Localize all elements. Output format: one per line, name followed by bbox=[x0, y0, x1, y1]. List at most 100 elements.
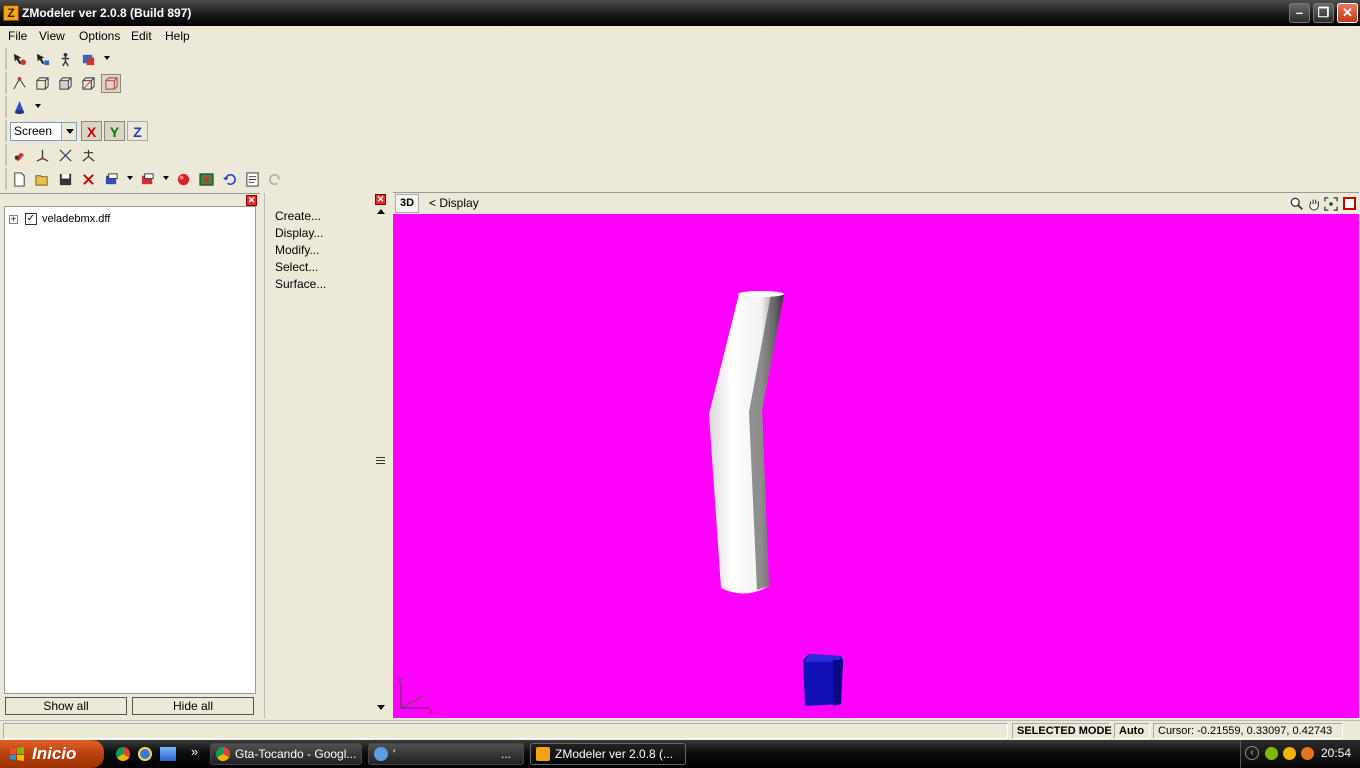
chrome-quicklaunch-icon[interactable] bbox=[116, 747, 130, 761]
save-file-button[interactable] bbox=[55, 170, 75, 189]
show-all-button[interactable]: Show all bbox=[5, 697, 127, 715]
open-file-button[interactable] bbox=[32, 170, 52, 189]
tree-item-label[interactable]: veladebmx.dff bbox=[42, 213, 110, 225]
minimize-button[interactable]: – bbox=[1289, 3, 1310, 23]
scroll-down-icon[interactable] bbox=[377, 705, 385, 710]
coordinate-system-value: Screen bbox=[14, 124, 53, 138]
axis-x-button[interactable]: X bbox=[81, 121, 102, 141]
import-button[interactable] bbox=[101, 170, 121, 189]
all-mode-button[interactable] bbox=[101, 74, 121, 93]
task-messenger[interactable]: ' ... bbox=[368, 743, 524, 765]
maximize-viewport-icon[interactable] bbox=[1343, 197, 1356, 210]
image-button[interactable] bbox=[196, 170, 216, 189]
menu-edit[interactable]: Edit bbox=[131, 29, 152, 43]
task-chrome[interactable]: Gta-Tocando - Googl... bbox=[210, 743, 362, 765]
command-surface[interactable]: Surface... bbox=[275, 277, 326, 291]
group-mode-button[interactable] bbox=[78, 74, 98, 93]
toolbar-elements bbox=[5, 72, 125, 94]
scroll-up-icon[interactable] bbox=[377, 209, 385, 214]
menu-options[interactable]: Options bbox=[79, 29, 120, 43]
scene-canvas[interactable]: y x bbox=[393, 214, 1359, 718]
object-mode-button[interactable] bbox=[55, 74, 75, 93]
command-display[interactable]: Display... bbox=[275, 226, 323, 240]
more-quicklaunch-icon[interactable]: » bbox=[191, 744, 198, 759]
render-mode-button[interactable] bbox=[9, 98, 29, 117]
viewport-3d[interactable]: y x bbox=[393, 214, 1359, 718]
scroll-grip-icon[interactable] bbox=[376, 457, 385, 464]
select-object-button[interactable] bbox=[55, 50, 75, 69]
tube-object[interactable] bbox=[709, 291, 784, 594]
clock[interactable]: 20:54 bbox=[1321, 746, 1351, 760]
move-tool-button[interactable] bbox=[32, 146, 52, 165]
undo-button[interactable] bbox=[219, 170, 239, 189]
update-icon[interactable] bbox=[1301, 747, 1314, 760]
export-icon bbox=[141, 173, 154, 185]
status-cursor: Cursor: -0.21559, 0.33097, 0.42743 bbox=[1153, 723, 1343, 739]
scene-tree[interactable]: + ✓ veladebmx.dff bbox=[4, 206, 256, 694]
toolbar-file bbox=[5, 168, 287, 190]
title-bar[interactable]: Z ZModeler ver 2.0.8 (Build 897) – ❐ ✕ bbox=[0, 0, 1360, 26]
windows-flag-icon bbox=[10, 747, 24, 761]
axis-y-button[interactable]: Y bbox=[104, 121, 125, 141]
command-select[interactable]: Select... bbox=[275, 260, 318, 274]
scale-tool-button[interactable] bbox=[78, 146, 98, 165]
export-button[interactable] bbox=[137, 170, 157, 189]
import-dropdown-arrow-icon[interactable] bbox=[127, 176, 133, 180]
command-scrollbar[interactable] bbox=[375, 207, 388, 717]
viewport-breadcrumb[interactable]: < Display bbox=[429, 196, 479, 210]
command-create[interactable]: Create... bbox=[275, 209, 321, 223]
selection-dropdown-arrow-icon[interactable] bbox=[104, 56, 110, 60]
picture-icon bbox=[198, 173, 214, 186]
security-icon[interactable] bbox=[1283, 747, 1296, 760]
task-zmodeler[interactable]: ZModeler ver 2.0.8 (... bbox=[530, 743, 686, 765]
rotate-axes-icon bbox=[58, 149, 72, 162]
delete-button[interactable] bbox=[78, 170, 98, 189]
vertex-icon bbox=[12, 76, 26, 90]
pick-icon bbox=[14, 152, 24, 162]
select-vertex-button[interactable] bbox=[9, 50, 29, 69]
zoom-extents-icon[interactable] bbox=[1324, 197, 1338, 211]
desktop-quicklaunch-icon[interactable] bbox=[160, 747, 176, 761]
tray-expand-icon[interactable]: ‹ bbox=[1245, 746, 1259, 760]
visibility-checkbox[interactable]: ✓ bbox=[25, 213, 37, 225]
select-arrow-icon bbox=[13, 53, 26, 66]
menu-help[interactable]: Help bbox=[165, 29, 190, 43]
status-bar: SELECTED MODE Auto Cursor: -0.21559, 0.3… bbox=[0, 720, 1360, 740]
select-face-button[interactable] bbox=[32, 50, 52, 69]
rotate-tool-button[interactable] bbox=[55, 146, 75, 165]
axis-z-button[interactable]: Z bbox=[127, 121, 148, 141]
hide-all-button[interactable]: Hide all bbox=[132, 697, 254, 715]
properties-button[interactable] bbox=[242, 170, 262, 189]
start-button[interactable]: Inicio bbox=[0, 740, 104, 768]
menu-file[interactable]: File bbox=[8, 29, 27, 43]
export-dropdown-arrow-icon[interactable] bbox=[163, 176, 169, 180]
restore-button[interactable]: ❐ bbox=[1313, 3, 1334, 23]
network-icon[interactable] bbox=[1265, 747, 1278, 760]
zoom-icon[interactable] bbox=[1290, 197, 1304, 211]
pick-tool-button[interactable] bbox=[9, 146, 29, 165]
face-mode-button[interactable] bbox=[32, 74, 52, 93]
close-panel-icon[interactable]: ✕ bbox=[246, 195, 257, 206]
new-file-button[interactable] bbox=[9, 170, 29, 189]
vertex-mode-button[interactable] bbox=[9, 74, 29, 93]
close-button[interactable]: ✕ bbox=[1337, 3, 1358, 23]
pan-hand-icon[interactable] bbox=[1307, 197, 1321, 211]
coordinate-system-select[interactable]: Screen bbox=[10, 122, 77, 141]
command-modify[interactable]: Modify... bbox=[275, 243, 319, 257]
new-file-icon bbox=[13, 172, 25, 187]
task-messenger-label: ' bbox=[393, 747, 396, 761]
view-mode-button[interactable]: 3D bbox=[395, 194, 419, 213]
toolbar-transform bbox=[5, 144, 100, 166]
status-auto[interactable]: Auto bbox=[1114, 723, 1150, 739]
record-button[interactable] bbox=[173, 170, 193, 189]
expand-icon[interactable]: + bbox=[9, 215, 18, 224]
render-dropdown-arrow-icon[interactable] bbox=[35, 104, 41, 108]
toolbar-render bbox=[5, 96, 45, 118]
start-label: Inicio bbox=[32, 744, 77, 763]
cube-red-icon bbox=[104, 77, 118, 90]
close-panel-icon[interactable]: ✕ bbox=[375, 194, 386, 205]
menu-view[interactable]: View bbox=[39, 29, 65, 43]
ie-quicklaunch-icon[interactable] bbox=[138, 747, 152, 761]
cube-object[interactable] bbox=[803, 654, 843, 706]
select-group-button[interactable] bbox=[78, 50, 98, 69]
